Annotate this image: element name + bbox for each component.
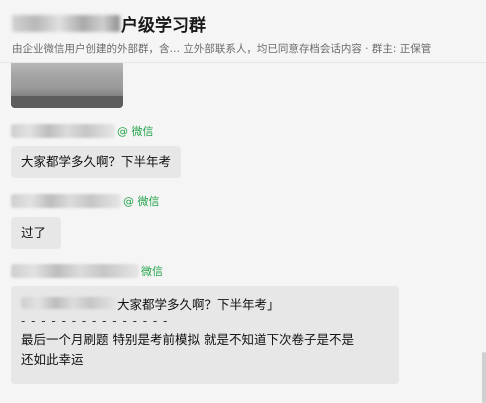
message-bubble[interactable]: 大家都学多久啊？下半年考 — [11, 146, 182, 178]
wechat-source-tag: @ 微信 — [123, 195, 160, 208]
reply-message-bubble[interactable]: 大家都学多久啊？下半年考」 - - - - - - - - - - - - - … — [11, 286, 399, 384]
quoted-text: 大家都学多久啊？下半年考」 — [117, 296, 280, 312]
image-message-thumbnail[interactable] — [11, 63, 123, 108]
group-subtitle: 由企业微信用户创建的外部群，含… 立外部联系人，均已同意存档会话内容 · 群主:… — [12, 43, 432, 55]
group-title: 户级学习群 — [121, 15, 206, 36]
message-bubble[interactable]: 过了 — [11, 217, 61, 249]
redacted-sender-name — [11, 194, 121, 208]
redacted-quoted-sender — [21, 297, 117, 309]
redacted-sender-name — [11, 124, 115, 138]
group-title-row[interactable]: 户级学习群 — [12, 12, 206, 36]
wechat-source-tag: 微信 — [141, 265, 163, 278]
chat-header: 户级学习群 由企业微信用户创建的外部群，含… 立外部联系人，均已同意存档会话内容… — [0, 0, 486, 63]
quoted-message[interactable]: 大家都学多久啊？下半年考」 — [21, 294, 389, 312]
message-text: 过了 — [21, 225, 47, 240]
message-sender: 微信 — [11, 263, 163, 279]
message-sender: @ 微信 — [11, 123, 154, 139]
redacted-sender-name — [11, 264, 139, 278]
message-text-line: 最后一个月刷题 特别是考前模拟 就是不知道下次卷子是不是 — [21, 332, 354, 347]
quote-divider: - - - - - - - - - - - - - - - — [21, 314, 169, 328]
redacted-group-name — [12, 14, 120, 32]
message-sender: @ 微信 — [11, 193, 160, 209]
message-text: 大家都学多久啊？下半年考 — [21, 154, 172, 169]
wechat-source-tag: @ 微信 — [117, 125, 154, 138]
chat-scrollbar[interactable] — [482, 352, 486, 403]
message-text-line: 还如此幸运 — [21, 352, 84, 367]
